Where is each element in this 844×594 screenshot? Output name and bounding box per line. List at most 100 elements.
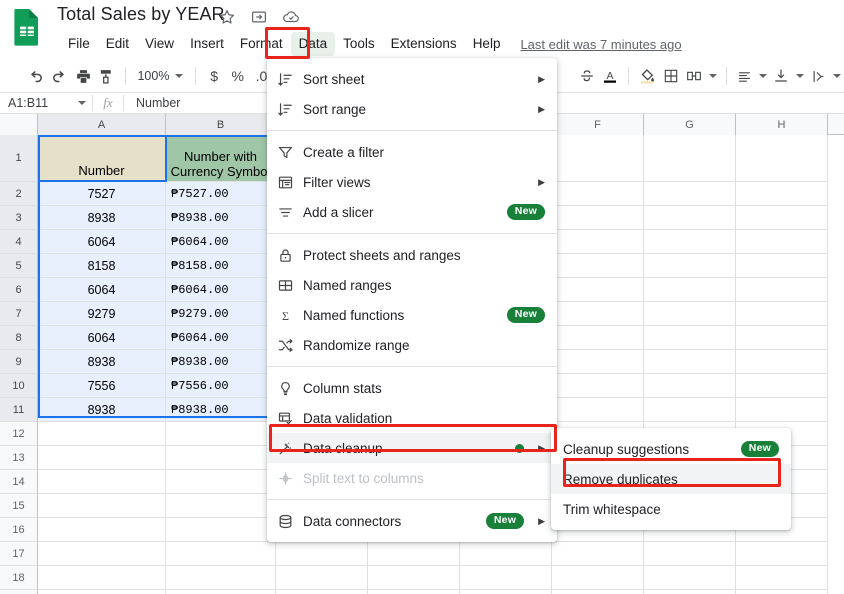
fill-color-icon[interactable]: [635, 63, 659, 89]
cell-a5[interactable]: 8158: [38, 254, 166, 278]
text-rotation-icon[interactable]: [807, 63, 831, 89]
strikethrough-icon[interactable]: [575, 63, 599, 89]
cell-a1[interactable]: Number: [38, 135, 166, 182]
cell-H11[interactable]: [736, 398, 828, 422]
column-header-h[interactable]: H: [736, 114, 828, 135]
row-header[interactable]: 18: [0, 566, 38, 590]
cell-a6[interactable]: 6064: [38, 278, 166, 302]
name-box[interactable]: A1:B11: [0, 93, 92, 114]
undo-icon[interactable]: [24, 63, 48, 89]
column-header-b[interactable]: B: [166, 114, 276, 135]
data-menu-filter-views[interactable]: Filter views ▶: [267, 167, 557, 197]
menu-format[interactable]: Format: [232, 32, 291, 56]
cell-G2[interactable]: [644, 182, 736, 206]
cell-A13[interactable]: [38, 446, 166, 470]
cell-H8[interactable]: [736, 326, 828, 350]
cell-G7[interactable]: [644, 302, 736, 326]
row-header[interactable]: 7: [0, 302, 38, 326]
cell-a9[interactable]: 8938: [38, 350, 166, 374]
merge-cells-caret-icon[interactable]: [706, 63, 720, 89]
row-header[interactable]: 15: [0, 494, 38, 518]
cell-H7[interactable]: [736, 302, 828, 326]
row-header[interactable]: 12: [0, 422, 38, 446]
row-header[interactable]: 14: [0, 470, 38, 494]
cell-H1[interactable]: [736, 135, 828, 182]
cell-F10[interactable]: [552, 374, 644, 398]
cell-F9[interactable]: [552, 350, 644, 374]
print-icon[interactable]: [71, 63, 95, 89]
menu-insert[interactable]: Insert: [182, 32, 232, 56]
currency-format-icon[interactable]: $: [202, 63, 226, 89]
redo-icon[interactable]: [48, 63, 72, 89]
cell-b8[interactable]: ₱6064.00: [166, 326, 276, 350]
cell-G17[interactable]: [644, 542, 736, 566]
cell-G10[interactable]: [644, 374, 736, 398]
cell-b9[interactable]: ₱8938.00: [166, 350, 276, 374]
cell-b3[interactable]: ₱8938.00: [166, 206, 276, 230]
cell-G18[interactable]: [644, 566, 736, 590]
cell-G1[interactable]: [644, 135, 736, 182]
column-header-f[interactable]: F: [552, 114, 644, 135]
cell-C18[interactable]: [276, 566, 368, 590]
horizontal-align-icon[interactable]: [732, 63, 756, 89]
data-menu-sort-range[interactable]: Sort range ▶: [267, 94, 557, 124]
cell-F3[interactable]: [552, 206, 644, 230]
cell-F4[interactable]: [552, 230, 644, 254]
cloud-saved-icon[interactable]: [282, 8, 300, 26]
cell-a3[interactable]: 8938: [38, 206, 166, 230]
cell-F18[interactable]: [552, 566, 644, 590]
row-header[interactable]: 8: [0, 326, 38, 350]
cell-B14[interactable]: [166, 470, 276, 494]
menu-tools[interactable]: Tools: [335, 32, 383, 56]
cell-E19[interactable]: [460, 590, 552, 594]
cell-A18[interactable]: [38, 566, 166, 590]
cell-H18[interactable]: [736, 566, 828, 590]
cell-B16[interactable]: [166, 518, 276, 542]
column-header-g[interactable]: G: [644, 114, 736, 135]
row-header[interactable]: 5: [0, 254, 38, 278]
cell-C19[interactable]: [276, 590, 368, 594]
row-header[interactable]: 1: [0, 135, 38, 182]
row-header[interactable]: 16: [0, 518, 38, 542]
row-header[interactable]: 6: [0, 278, 38, 302]
cell-A12[interactable]: [38, 422, 166, 446]
paint-format-icon[interactable]: [95, 63, 119, 89]
cell-a2[interactable]: 7527: [38, 182, 166, 206]
data-menu-named-ranges[interactable]: Named ranges: [267, 270, 557, 300]
cell-F7[interactable]: [552, 302, 644, 326]
row-header[interactable]: 13: [0, 446, 38, 470]
column-header-a[interactable]: A: [38, 114, 166, 135]
cell-H19[interactable]: [736, 590, 828, 594]
cell-a7[interactable]: 9279: [38, 302, 166, 326]
cell-D19[interactable]: [368, 590, 460, 594]
cell-a11[interactable]: 8938: [38, 398, 166, 422]
text-rotation-caret-icon[interactable]: [830, 63, 844, 89]
cell-H17[interactable]: [736, 542, 828, 566]
select-all-corner[interactable]: [0, 114, 38, 135]
data-menu-randomize-range[interactable]: Randomize range: [267, 330, 557, 360]
row-header[interactable]: 11: [0, 398, 38, 422]
cell-A19[interactable]: [38, 590, 166, 594]
cell-H6[interactable]: [736, 278, 828, 302]
cell-a4[interactable]: 6064: [38, 230, 166, 254]
submenu-cleanup-suggestions[interactable]: Cleanup suggestions New: [551, 434, 791, 464]
cell-F5[interactable]: [552, 254, 644, 278]
row-header[interactable]: 17: [0, 542, 38, 566]
cell-H5[interactable]: [736, 254, 828, 278]
zoom-selector[interactable]: 100%: [131, 69, 189, 83]
google-sheets-logo-icon[interactable]: [12, 8, 42, 46]
menu-extensions[interactable]: Extensions: [383, 32, 465, 56]
cell-F6[interactable]: [552, 278, 644, 302]
vertical-align-icon[interactable]: [770, 63, 794, 89]
menu-view[interactable]: View: [137, 32, 182, 56]
cell-b6[interactable]: ₱6064.00: [166, 278, 276, 302]
horizontal-align-caret-icon[interactable]: [756, 63, 770, 89]
cell-G19[interactable]: [644, 590, 736, 594]
data-menu-named-functions[interactable]: Σ Named functions New: [267, 300, 557, 330]
merge-cells-icon[interactable]: [682, 63, 706, 89]
data-menu-create-filter[interactable]: Create a filter: [267, 137, 557, 167]
cell-C17[interactable]: [276, 542, 368, 566]
cell-B15[interactable]: [166, 494, 276, 518]
cell-E18[interactable]: [460, 566, 552, 590]
cell-a8[interactable]: 6064: [38, 326, 166, 350]
